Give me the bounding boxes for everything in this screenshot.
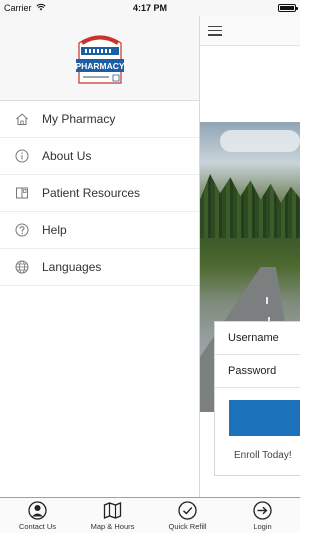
enroll-link[interactable]: Enroll Today! (234, 450, 300, 461)
menu-item-about-us[interactable]: About Us (0, 138, 199, 175)
menu-item-my-pharmacy[interactable]: My Pharmacy (0, 101, 199, 138)
tab-login[interactable]: Login (225, 498, 300, 533)
menu-item-label: Languages (42, 260, 102, 274)
tab-label: Map & Hours (90, 522, 135, 531)
username-label: Username (228, 332, 279, 344)
menu-item-label: My Pharmacy (42, 112, 116, 126)
road-stripe (266, 297, 268, 304)
menu-item-languages[interactable]: Languages (0, 249, 199, 286)
menu-item-patient-resources[interactable]: Patient Resources (0, 175, 199, 212)
status-bar: Carrier 4:17 PM (0, 0, 300, 16)
username-field[interactable]: Username (215, 322, 300, 355)
tab-label: Login (253, 522, 272, 531)
globe-icon (14, 260, 29, 275)
question-icon (14, 223, 29, 238)
login-card: Username Password Enroll Today! (214, 321, 300, 476)
menu-item-label: Help (42, 223, 67, 237)
login-submit-button[interactable] (229, 400, 300, 436)
side-drawer: PHARMACY My Pharmacy About Us Patient Re… (0, 16, 199, 497)
checkmark-icon (178, 500, 198, 520)
menu-item-label: About Us (42, 149, 92, 163)
carrier-label: Carrier (4, 3, 32, 13)
book-icon (14, 186, 29, 201)
map-icon (103, 500, 123, 520)
tab-label: Quick Refill (168, 522, 207, 531)
hero-cloud (220, 130, 300, 152)
drawer-header: PHARMACY (0, 16, 199, 101)
main-header (200, 16, 300, 46)
password-label: Password (228, 365, 277, 377)
logo-main-text: PHARMACY (75, 61, 124, 71)
password-field[interactable]: Password (215, 355, 300, 388)
info-icon (14, 149, 29, 164)
tab-contact-us[interactable]: Contact Us (0, 498, 75, 533)
pharmacy-logo: PHARMACY (73, 29, 127, 87)
login-icon (253, 500, 273, 520)
menu-item-help[interactable]: Help (0, 212, 199, 249)
wifi-icon (35, 3, 46, 13)
tab-quick-refill[interactable]: Quick Refill (150, 498, 225, 533)
person-icon (28, 500, 48, 520)
status-left: Carrier (4, 3, 46, 13)
hero-trees (200, 174, 300, 238)
menu-item-label: Patient Resources (42, 186, 141, 200)
tab-label: Contact Us (18, 522, 57, 531)
battery-icon (278, 4, 298, 12)
hamburger-icon[interactable] (208, 25, 222, 36)
home-icon (14, 112, 29, 127)
main-content: Username Password Enroll Today! (199, 16, 300, 497)
tab-map-hours[interactable]: Map & Hours (75, 498, 150, 533)
tab-bar: Contact Us Map & Hours Quick Refill Logi… (0, 497, 300, 533)
